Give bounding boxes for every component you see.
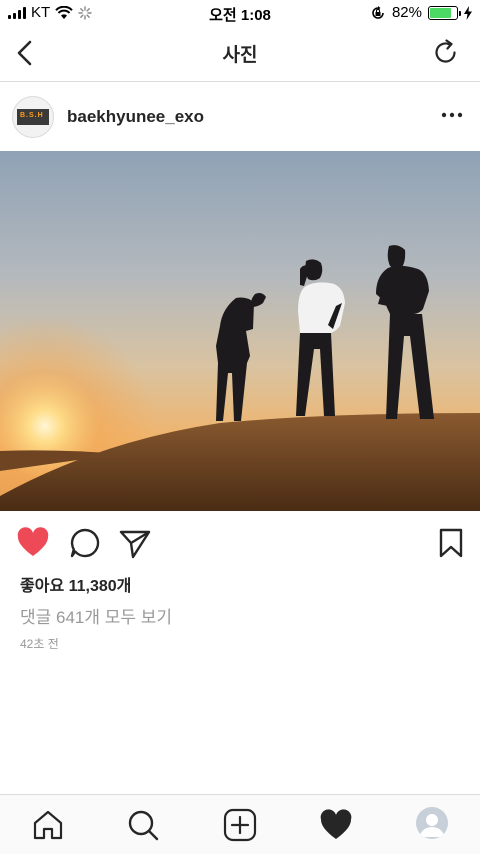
battery-icon [428, 5, 461, 20]
search-icon[interactable] [125, 807, 161, 843]
add-post-icon[interactable] [222, 807, 258, 843]
view-comments-link[interactable]: 댓글 641개 모두 보기 [20, 603, 172, 628]
profile-avatar[interactable] [416, 807, 448, 839]
tab-bar [0, 794, 480, 854]
avatar-text: B.S.H [20, 112, 44, 119]
likes-count[interactable]: 좋아요 11,380개 [20, 572, 131, 596]
send-icon[interactable] [118, 526, 152, 560]
post-timestamp: 42초 전 [20, 637, 59, 651]
nav-bar: 사진 [0, 26, 480, 82]
desert-sunset-photo [0, 151, 480, 511]
profile-placeholder-icon [420, 814, 444, 837]
activity-heart-icon[interactable] [318, 807, 354, 843]
battery-level [430, 7, 452, 18]
action-bar [0, 522, 480, 562]
charging-bolt-icon [464, 5, 472, 20]
more-horizontal-icon[interactable] [440, 105, 464, 125]
home-icon[interactable] [30, 807, 66, 843]
post-photo[interactable] [0, 151, 480, 511]
author-avatar[interactable]: B.S.H [12, 96, 54, 138]
post-header: B.S.H baekhyunee_exo [0, 83, 480, 151]
refresh-icon[interactable] [432, 39, 460, 67]
comment-icon[interactable] [68, 526, 102, 560]
battery-percent: 82% [391, 4, 422, 21]
status-bar: KT 오전 1:08 82% [0, 0, 480, 26]
rotation-lock-icon [372, 5, 384, 19]
status-right: 82% [370, 4, 472, 21]
page-title: 사진 [222, 45, 258, 66]
author-username[interactable]: baekhyunee_exo [67, 107, 204, 127]
heart-filled-icon[interactable] [16, 526, 50, 560]
bookmark-icon[interactable] [434, 526, 468, 560]
